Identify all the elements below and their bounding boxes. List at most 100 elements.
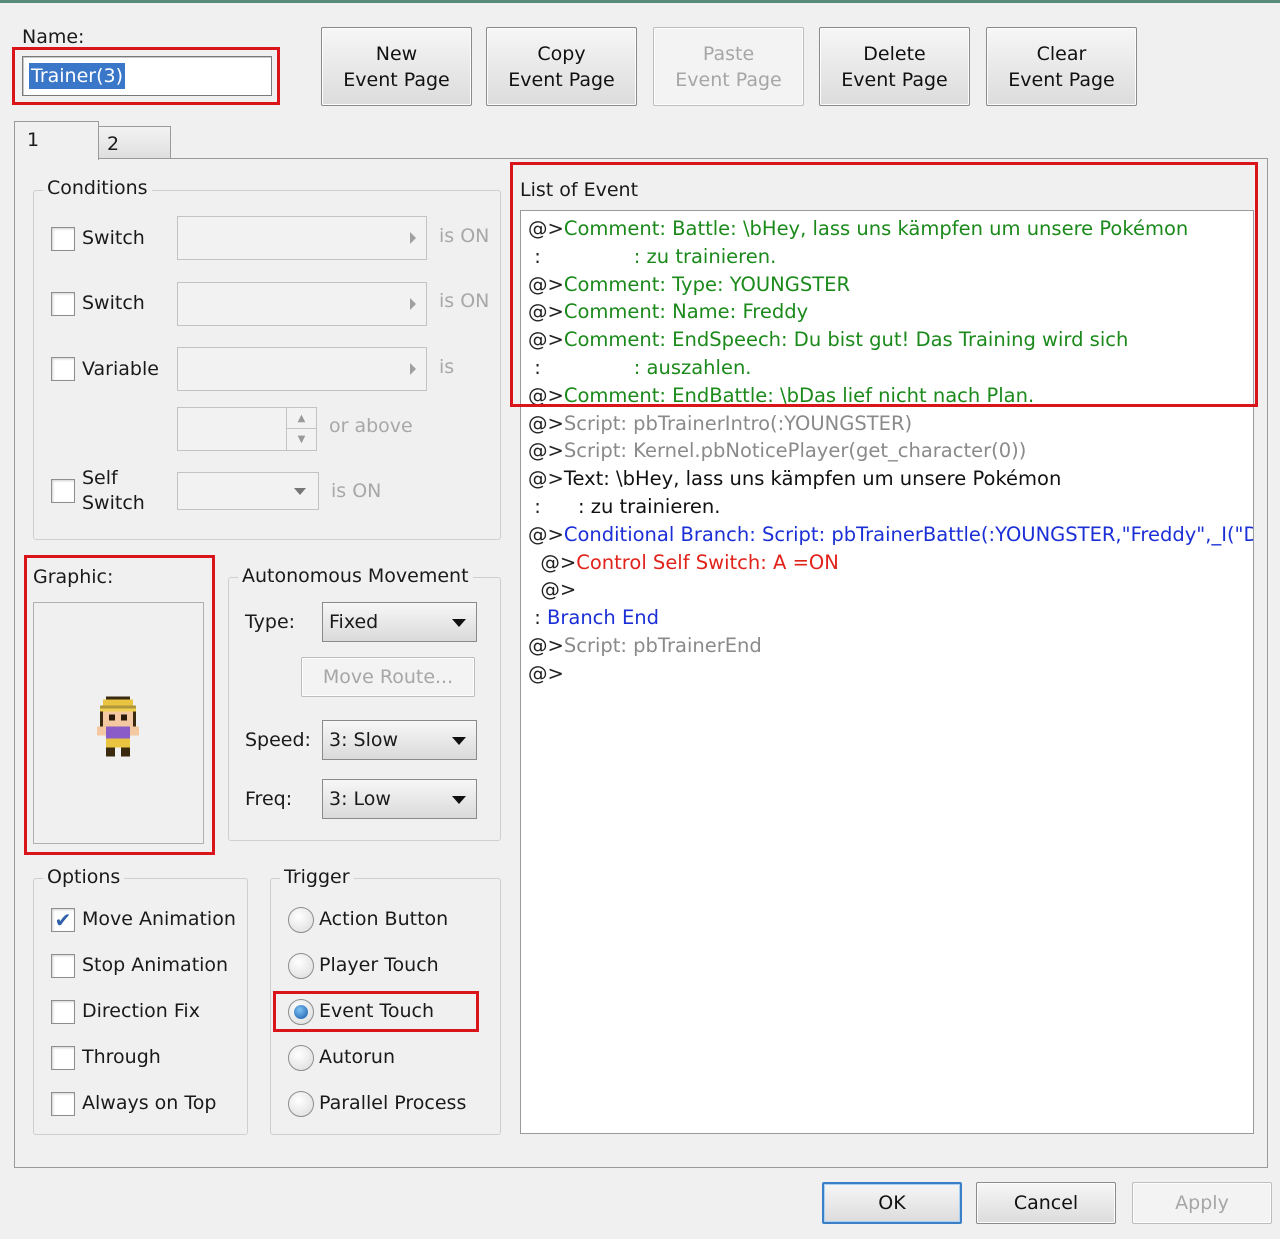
- event-command-prefix: @>: [528, 383, 564, 407]
- switch2-label: Switch: [82, 292, 145, 314]
- tab-2[interactable]: 2: [98, 126, 171, 159]
- event-command-row[interactable]: @>Text: \bHey, lass uns kämpfen um unser…: [528, 466, 1061, 492]
- self-switch-is-on: is ON: [331, 480, 382, 502]
- type-select[interactable]: Fixed: [322, 602, 477, 642]
- ok-button-label: OK: [878, 1192, 906, 1214]
- move-route-button[interactable]: Move Route...: [301, 657, 475, 697]
- copy-button-line2: Event Page: [508, 68, 615, 91]
- trigger-title: Trigger: [280, 866, 354, 888]
- paste-event-page-button[interactable]: Paste Event Page: [653, 27, 804, 106]
- event-command-prefix: @>: [528, 272, 564, 296]
- through-checkbox[interactable]: [51, 1046, 75, 1070]
- graphic-preview[interactable]: [33, 602, 204, 844]
- chevron-down-icon: [452, 796, 466, 804]
- action-button-label: Action Button: [319, 908, 449, 930]
- event-command-row[interactable]: @>Comment: Type: YOUNGSTER: [528, 272, 850, 298]
- event-touch-label: Event Touch: [319, 1000, 435, 1022]
- event-command-prefix: @>: [528, 328, 564, 352]
- stop-animation-label: Stop Animation: [82, 954, 229, 976]
- switch1-is-on: is ON: [439, 225, 490, 247]
- paste-button-line1: Paste: [702, 42, 755, 65]
- parallel-process-radio[interactable]: [288, 1091, 314, 1117]
- event-command-row[interactable]: @>: [528, 661, 564, 687]
- player-touch-label: Player Touch: [319, 954, 439, 976]
- event-command-prefix: :: [528, 244, 541, 268]
- variable-value-spinner[interactable]: ▲ ▼: [177, 407, 317, 451]
- paste-button-line2: Event Page: [675, 68, 782, 91]
- event-command-row[interactable]: @>Script: pbTrainerIntro(:YOUNGSTER): [528, 411, 912, 437]
- apply-button[interactable]: Apply: [1132, 1182, 1272, 1224]
- event-command-prefix: :: [528, 356, 541, 379]
- clear-event-page-button[interactable]: Clear Event Page: [986, 27, 1137, 106]
- event-command-row[interactable]: @>Comment: Battle: \bHey, lass uns kämpf…: [528, 216, 1188, 242]
- spinner-down-icon[interactable]: ▼: [286, 429, 316, 450]
- clear-button-line2: Event Page: [1008, 68, 1115, 91]
- action-button-radio[interactable]: [288, 907, 314, 933]
- event-command-text: Script: pbTrainerEnd: [563, 634, 762, 657]
- event-command-row[interactable]: @>Comment: EndSpeech: Du bist gut! Das T…: [528, 327, 1128, 353]
- event-command-prefix: :: [528, 495, 541, 518]
- conditions-title: Conditions: [43, 177, 152, 199]
- event-command-row[interactable]: @>: [528, 577, 576, 603]
- clear-button-line1: Clear: [1036, 42, 1087, 65]
- switch2-checkbox[interactable]: [51, 292, 75, 316]
- always-on-top-checkbox[interactable]: [51, 1092, 75, 1116]
- event-command-row[interactable]: @>Script: Kernel.pbNoticePlayer(get_char…: [528, 438, 1026, 464]
- event-command-row[interactable]: @>Conditional Branch: Script: pbTrainerB…: [528, 522, 1254, 548]
- player-touch-radio[interactable]: [288, 953, 314, 979]
- self-switch-checkbox[interactable]: [51, 479, 75, 503]
- delete-event-page-button[interactable]: Delete Event Page: [819, 27, 970, 106]
- variable-select[interactable]: [177, 347, 427, 391]
- tab-2-label: 2: [107, 133, 120, 155]
- speed-select[interactable]: 3: Slow: [322, 720, 477, 760]
- event-command-prefix: @>: [528, 661, 564, 685]
- variable-is: is: [439, 356, 455, 378]
- event-command-prefix: :: [528, 606, 547, 630]
- direction-fix-checkbox[interactable]: [51, 1000, 75, 1024]
- or-above-label: or above: [329, 415, 413, 437]
- cancel-button[interactable]: Cancel: [976, 1182, 1116, 1224]
- move-animation-checkbox[interactable]: ✔: [51, 908, 75, 932]
- copy-event-page-button[interactable]: Copy Event Page: [486, 27, 637, 106]
- event-command-text: Control Self Switch: A =ON: [576, 550, 839, 574]
- self-switch-select[interactable]: [177, 472, 319, 510]
- event-command-row[interactable]: : : auszahlen.: [528, 355, 751, 381]
- switch2-select[interactable]: [177, 282, 427, 326]
- event-touch-radio[interactable]: [288, 999, 314, 1025]
- stop-animation-checkbox[interactable]: [51, 954, 75, 978]
- switch1-checkbox[interactable]: [51, 227, 75, 251]
- event-command-text: Comment: Battle: \bHey, lass uns kämpfen…: [563, 217, 1189, 240]
- event-command-prefix: @>: [528, 550, 577, 574]
- name-input[interactable]: Trainer(3): [22, 56, 272, 96]
- graphic-label: Graphic:: [33, 566, 114, 588]
- event-command-row[interactable]: @>Comment: Name: Freddy: [528, 299, 808, 325]
- event-command-text: Script: pbTrainerIntro(:YOUNGSTER): [563, 411, 913, 435]
- variable-checkbox[interactable]: [51, 357, 75, 381]
- event-command-row[interactable]: @>Comment: EndBattle: \bDas lief nicht n…: [528, 383, 1034, 409]
- event-command-row[interactable]: : : zu trainieren.: [528, 494, 720, 520]
- new-event-page-button[interactable]: New Event Page: [321, 27, 472, 106]
- through-label: Through: [82, 1046, 161, 1068]
- event-list-title: List of Event: [520, 179, 639, 201]
- event-command-row[interactable]: @>Script: pbTrainerEnd: [528, 633, 762, 659]
- event-command-list[interactable]: @> Comment: Battle: \bHey, lass uns kämpf…: [520, 210, 1254, 1134]
- spinner-up-icon[interactable]: ▲: [286, 408, 316, 429]
- event-command-row[interactable]: : Branch End: [528, 605, 659, 631]
- tab-1-label: 1: [27, 129, 40, 151]
- autorun-radio[interactable]: [288, 1045, 314, 1071]
- tab-1[interactable]: 1: [14, 121, 99, 160]
- delete-button-line2: Event Page: [841, 68, 948, 91]
- event-command-prefix: @>: [528, 467, 564, 491]
- event-command-text: Conditional Branch: Script: pbTrainerBat…: [563, 522, 1254, 546]
- event-command-row[interactable]: : : zu trainieren.: [528, 244, 776, 270]
- event-command-row[interactable]: @>Control Self Switch: A =ON: [528, 550, 839, 576]
- ok-button[interactable]: OK: [822, 1182, 962, 1224]
- new-button-line2: Event Page: [343, 68, 450, 91]
- switch1-select[interactable]: [177, 216, 427, 260]
- speed-label: Speed:: [245, 729, 311, 751]
- delete-button-line1: Delete: [863, 42, 926, 65]
- autorun-label: Autorun: [319, 1046, 396, 1068]
- variable-label: Variable: [82, 358, 159, 380]
- new-button-line1: New: [375, 42, 418, 65]
- freq-select[interactable]: 3: Low: [322, 779, 477, 819]
